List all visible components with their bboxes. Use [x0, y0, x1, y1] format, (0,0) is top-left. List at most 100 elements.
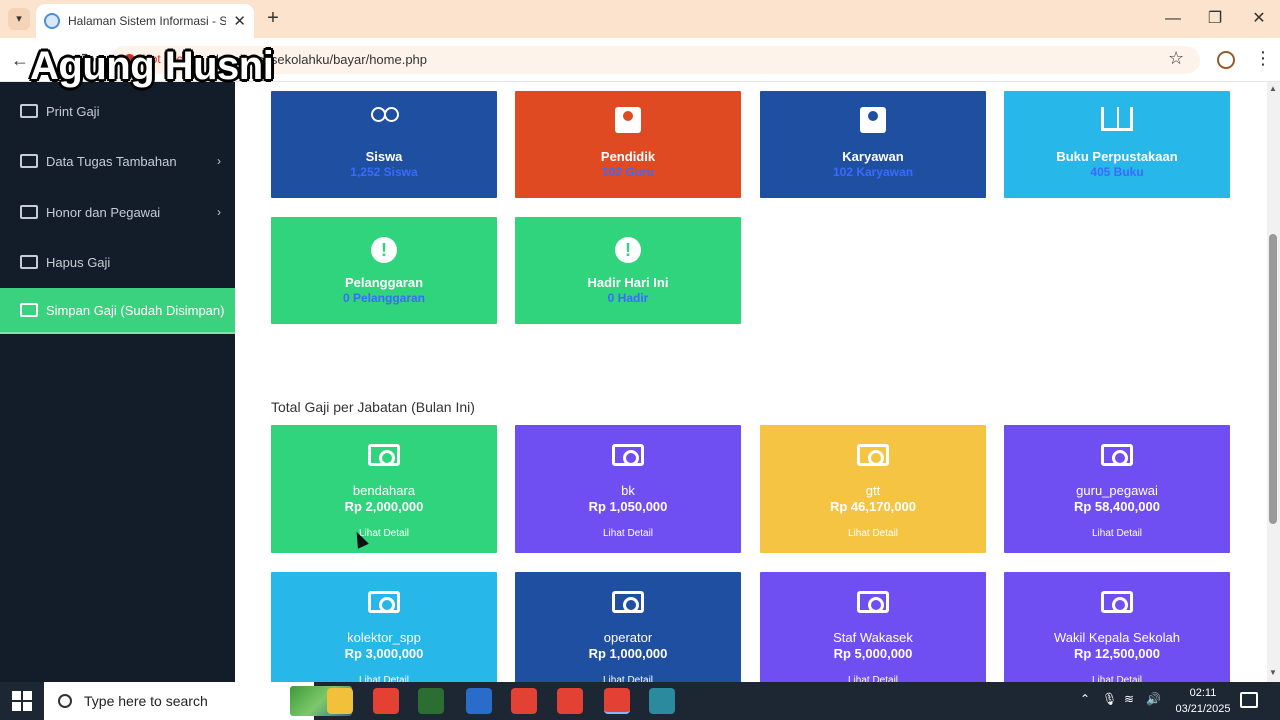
salary-card-role: kolektor_spp [347, 630, 421, 645]
browser-tab[interactable]: Halaman Sistem Informasi - SM ✕ [36, 4, 254, 38]
sidebar-item-2[interactable]: Honor dan Pegawai › [0, 189, 235, 235]
notification-icon[interactable] [1240, 692, 1258, 708]
salary-card-detail-link[interactable]: Lihat Detail [1004, 675, 1230, 682]
salary-card-role: Wakil Kepala Sekolah [1054, 630, 1180, 645]
bookmark-star-icon[interactable]: ☆ [1168, 48, 1184, 69]
favicon-icon [44, 13, 60, 29]
salary-card-detail-link[interactable]: Lihat Detail [271, 528, 497, 539]
salary-card-detail-link[interactable]: Lihat Detail [760, 675, 986, 682]
stat-card[interactable]: Karyawan 102 Karyawan [760, 91, 986, 198]
stat-card[interactable]: Siswa 1,252 Siswa [271, 91, 497, 198]
scroll-up-icon[interactable]: ▲ [1269, 84, 1277, 93]
book-icon [1101, 107, 1133, 131]
salary-card-role: bendahara [352, 483, 416, 498]
salary-card-detail-link[interactable]: Lihat Detail [1004, 528, 1230, 539]
volume-icon[interactable]: 🔊 [1146, 692, 1161, 706]
sidebar: Print Gaji Data Tugas Tambahan › Honor dan … [0, 82, 237, 682]
salary-card-icon-wrap [368, 443, 400, 471]
stat-card[interactable]: ! Pelanggaran 0 Pelanggaran [271, 217, 497, 324]
salary-card-amount: Rp 2,000,000 [344, 499, 424, 514]
scroll-down-icon[interactable]: ▼ [1269, 668, 1277, 677]
salary-card-detail-link[interactable]: Lihat Detail [515, 675, 741, 682]
taskbar-clock[interactable]: 02:11 03/21/2025 [1168, 685, 1238, 717]
dashboard-content: Total Gaji per Jabatan (Bulan Ini) Siswa… [235, 82, 1267, 682]
chrome-icon[interactable] [511, 688, 537, 714]
taskbar-search-box[interactable]: Type here to search [44, 682, 352, 720]
stat-card[interactable]: Buku Perpustakaan 405 Buku [1004, 91, 1230, 198]
users-icon [368, 107, 400, 131]
chevron-right-icon: › [217, 154, 221, 168]
dreamweaver-icon[interactable] [418, 688, 444, 714]
chrome-icon[interactable] [604, 688, 630, 714]
windows-taskbar: Type here to search ⌃ 🎙 ≋ 🔊 02:11 03/21/… [0, 682, 1280, 720]
salary-card-detail-link[interactable]: Lihat Detail [515, 528, 741, 539]
minimize-button[interactable]: — [1156, 6, 1190, 32]
salary-card-amount: Rp 46,170,000 [829, 499, 916, 514]
salary-card[interactable]: bk Rp 1,050,000 Lihat Detail [515, 425, 741, 553]
stat-card-icon-wrap: ! [615, 233, 641, 263]
stat-card-icon-wrap [860, 107, 886, 138]
stat-card-title: Hadir Hari Ini [587, 275, 669, 290]
salary-card-icon-wrap [857, 443, 889, 471]
new-tab-button[interactable]: + [262, 6, 284, 30]
chevron-right-icon: › [217, 205, 221, 219]
salary-card-icon-wrap [857, 590, 889, 618]
stat-card[interactable]: ! Hadir Hari Ini 0 Hadir [515, 217, 741, 324]
salary-card[interactable]: Staf Wakasek Rp 5,000,000 Lihat Detail [760, 572, 986, 682]
trash-icon [20, 255, 38, 269]
salary-card-role: operator [603, 630, 653, 645]
stat-card-icon-wrap [615, 107, 641, 138]
browser-menu-icon[interactable]: ⋮ [1254, 48, 1272, 69]
money-icon [612, 591, 644, 613]
sidebar-item-0[interactable]: Print Gaji [0, 88, 235, 134]
app-icon[interactable] [649, 688, 675, 714]
chrome-icon[interactable] [373, 688, 399, 714]
salary-card[interactable]: kolektor_spp Rp 3,000,000 Lihat Detail [271, 572, 497, 682]
salary-card[interactable]: Wakil Kepala Sekolah Rp 12,500,000 Lihat D… [1004, 572, 1230, 682]
file-explorer-icon[interactable] [327, 688, 353, 714]
sidebar-item-1[interactable]: Data Tugas Tambahan › [0, 138, 235, 184]
sidebar-item-3[interactable]: Hapus Gaji [0, 239, 235, 285]
salary-card-icon-wrap [1101, 443, 1133, 471]
tab-close-icon[interactable]: ✕ [233, 12, 246, 30]
sidebar-item-4[interactable]: Simpan Gaji (Sudah Disimpan) [0, 288, 237, 334]
salary-card[interactable]: gtt Rp 46,170,000 Lihat Detail [760, 425, 986, 553]
windows-start-icon[interactable] [12, 691, 32, 711]
back-arrow-icon[interactable]: ← [8, 48, 32, 72]
salary-card[interactable]: guru_pegawai Rp 58,400,000 Lihat Detail [1004, 425, 1230, 553]
stat-card[interactable]: Pendidik 102 Guru [515, 91, 741, 198]
money-icon [368, 591, 400, 613]
search-icon [58, 694, 72, 708]
close-window-button[interactable]: ✕ [1242, 6, 1276, 32]
salary-card[interactable]: bendahara Rp 2,000,000 Lihat Detail [271, 425, 497, 553]
stat-card-icon-wrap [368, 107, 400, 136]
chrome-icon[interactable] [557, 688, 583, 714]
sidebar-item-label: Hapus Gaji [46, 254, 111, 270]
wallet-icon [20, 205, 38, 219]
profile-avatar-icon[interactable] [1217, 51, 1235, 69]
salary-card-detail-link[interactable]: Lihat Detail [271, 675, 497, 682]
salary-card-detail-link[interactable]: Lihat Detail [760, 528, 986, 539]
app-icon[interactable] [466, 688, 492, 714]
watermark-text: Agung Husni [30, 44, 274, 88]
clock-time: 02:11 [1189, 687, 1217, 699]
sidebar-item-label: Honor dan Pegawai [46, 204, 161, 220]
salary-card[interactable]: operator Rp 1,000,000 Lihat Detail [515, 572, 741, 682]
stat-card-value: 102 Guru [601, 165, 655, 179]
stat-card-title: Pendidik [600, 149, 656, 164]
clock-date: 03/21/2025 [1175, 703, 1231, 715]
scrollbar-thumb[interactable] [1269, 234, 1277, 524]
salary-card-icon-wrap [612, 443, 644, 471]
restore-button[interactable]: ❐ [1198, 6, 1232, 32]
show-hidden-icons-icon[interactable]: ⌃ [1080, 692, 1090, 706]
salary-card-role: guru_pegawai [1076, 483, 1158, 498]
person-badge-icon [860, 107, 886, 133]
wifi-icon[interactable]: ≋ [1124, 692, 1134, 706]
stat-card-value: 0 Hadir [607, 291, 649, 305]
microphone-icon[interactable]: 🎙 [1102, 692, 1117, 706]
alert-icon: ! [615, 237, 641, 263]
money-icon [1101, 591, 1133, 613]
salary-card-amount: Rp 58,400,000 [1073, 499, 1160, 514]
tab-search-chevron-icon[interactable]: ▾ [8, 8, 30, 30]
sidebar-item-label: Simpan Gaji (Sudah Disimpan) [46, 302, 225, 318]
